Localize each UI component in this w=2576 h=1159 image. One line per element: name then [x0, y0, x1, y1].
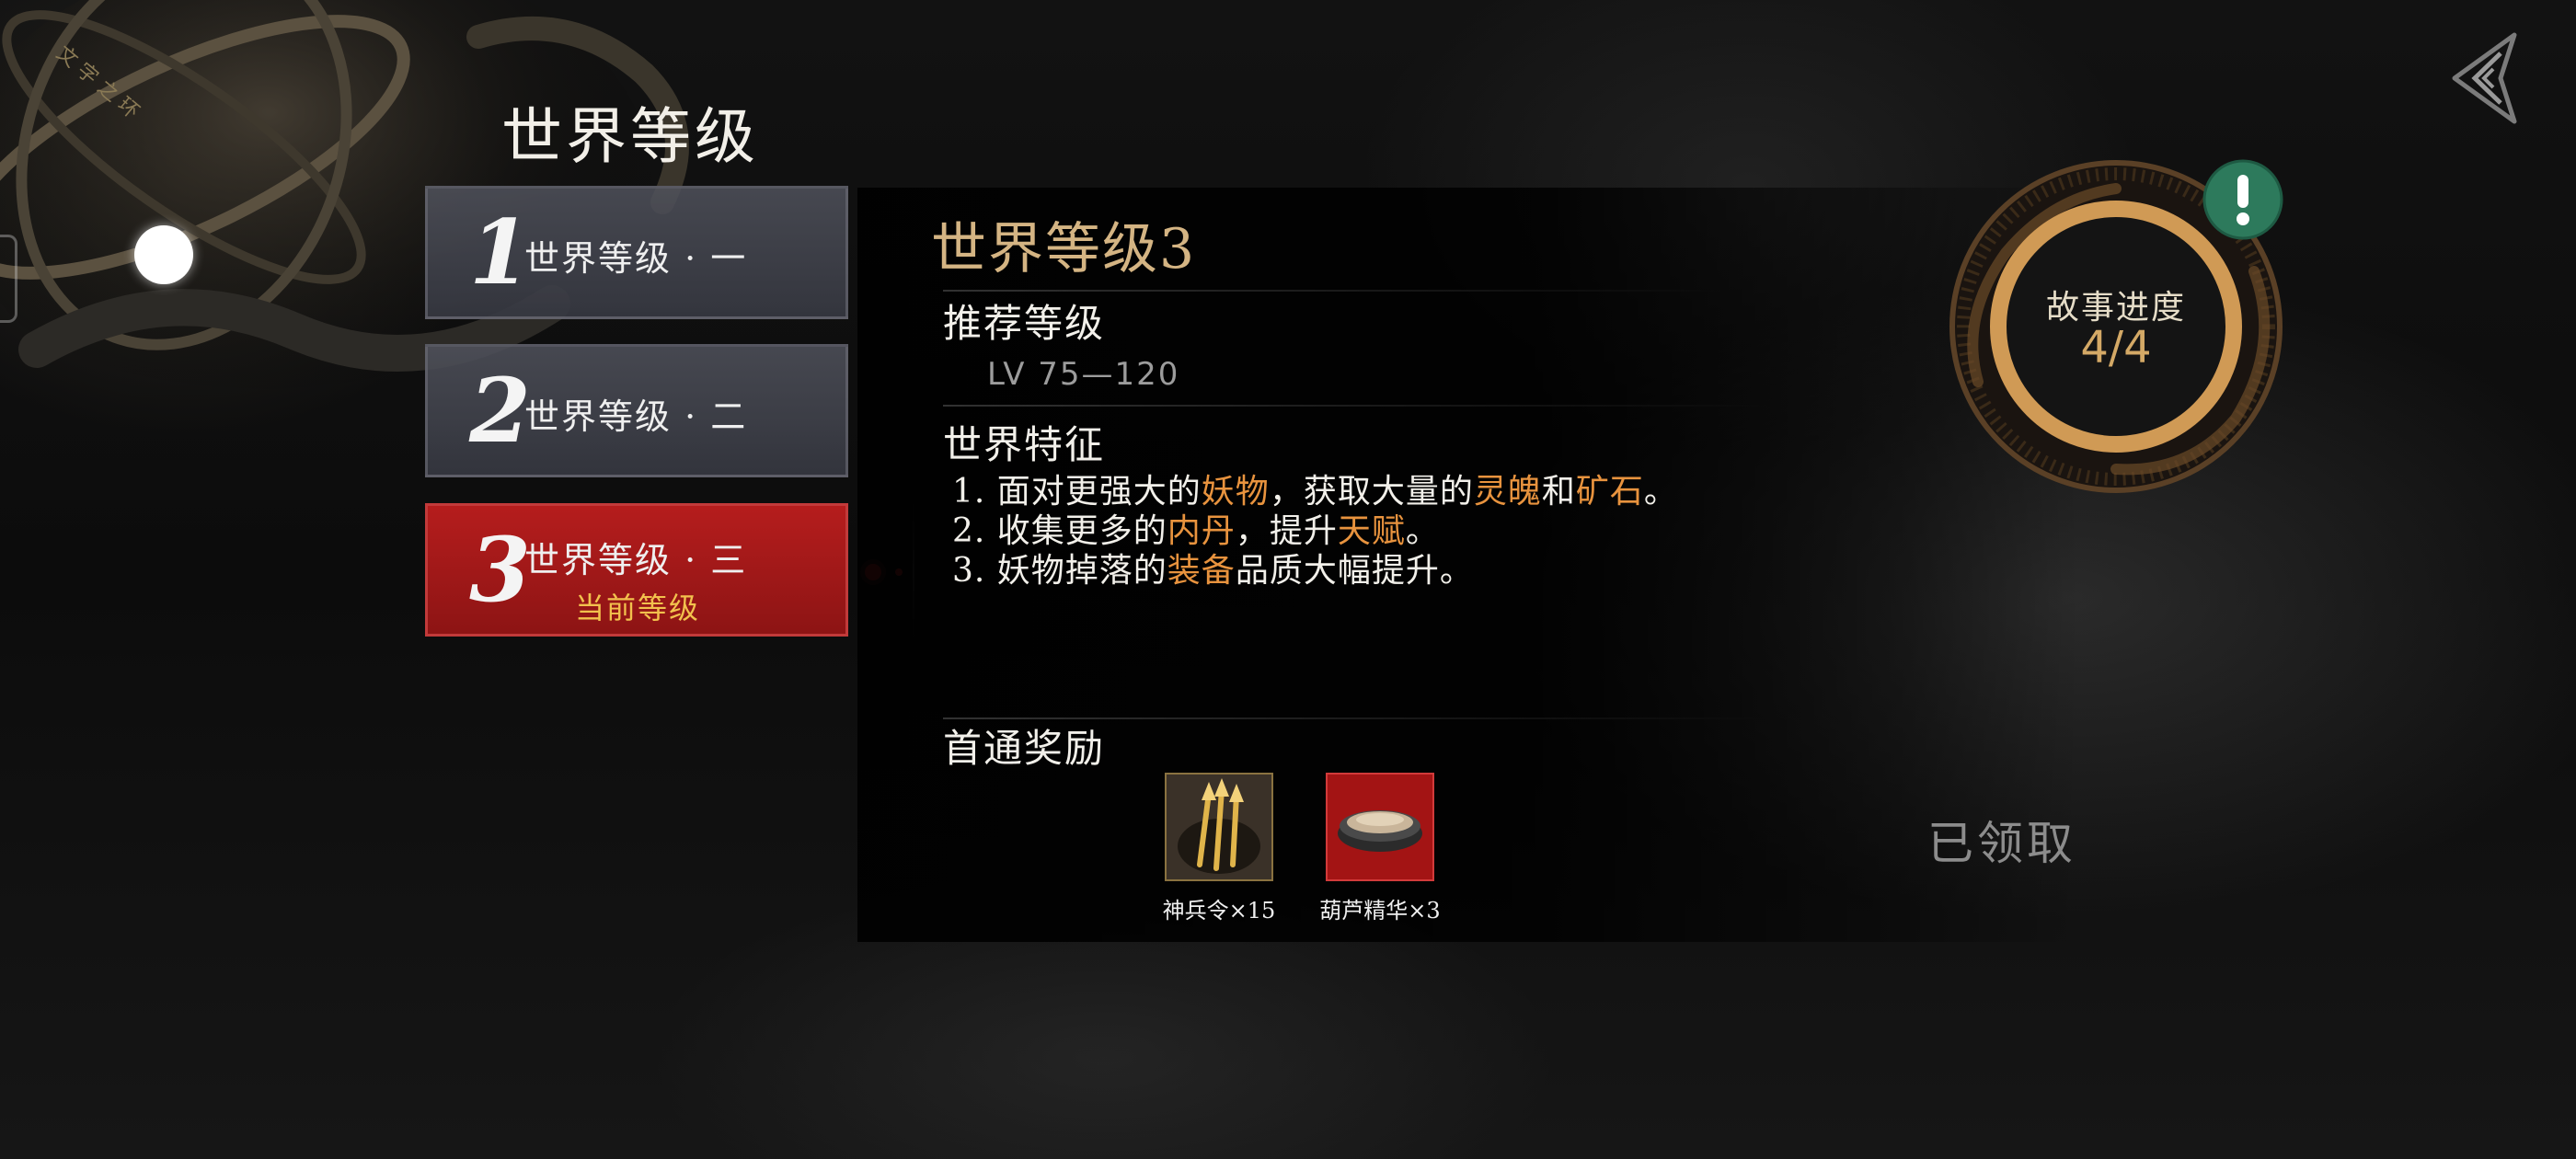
tab-world-level-1[interactable]: 1 世界等级 · 一 — [425, 186, 848, 319]
page-title: 世界等级 — [501, 101, 759, 172]
tab-label: 世界等级 · 三 — [524, 540, 748, 580]
tab-world-level-3[interactable]: 3 世界等级 · 三 当前等级 — [425, 503, 848, 637]
world-level-screen: 文 字 之 环 世界等级 1 世界等级 · 一 2 世界等级 · 二 3 世界等… — [0, 0, 2576, 1159]
tab-number: 1 — [469, 201, 531, 304]
feature-text: 3. 妖物掉落的 — [952, 552, 1167, 590]
reward-name: 葫芦精华×3 — [1319, 898, 1441, 924]
feature-line: 3. 妖物掉落的装备品质大幅提升。 — [952, 544, 1474, 591]
story-progress-value: 4/4 — [2080, 322, 2152, 373]
feature-text: 。 — [1643, 473, 1678, 511]
divider — [943, 405, 1771, 407]
tab-world-level-2[interactable]: 2 世界等级 · 二 — [425, 344, 848, 477]
dust-bowl-icon[interactable] — [1326, 773, 1434, 881]
indicator-dot — [134, 225, 193, 284]
feature-highlight: 装备 — [1167, 552, 1236, 590]
divider — [943, 290, 1725, 292]
first-clear-rewards-heading: 首通奖励 — [943, 726, 1106, 771]
current-level-tag: 当前等级 — [575, 591, 701, 625]
recommended-level-heading: 推荐等级 — [943, 301, 1106, 346]
claim-status-label: 已领取 — [1927, 817, 2076, 870]
detail-title: 世界等级3 — [931, 217, 1197, 281]
tab-label: 世界等级 · 二 — [524, 396, 748, 437]
tab-label: 世界等级 · 一 — [524, 238, 748, 279]
back-arrow-icon[interactable] — [2436, 28, 2528, 129]
feature-text: 和 — [1541, 473, 1576, 511]
feature-highlight: 灵魄 — [1473, 473, 1542, 511]
feature-highlight: 矿石 — [1575, 473, 1644, 511]
recommended-level-range: LV 75—120 — [987, 356, 1180, 393]
world-features-heading: 世界特征 — [943, 422, 1106, 467]
tab-number: 3 — [469, 518, 531, 622]
feature-text: 品质大幅提升。 — [1235, 552, 1474, 590]
golden-arrows-icon[interactable] — [1165, 773, 1273, 881]
side-drawer-handle[interactable] — [0, 235, 17, 323]
tab-number: 2 — [469, 359, 531, 463]
exclamation-icon[interactable] — [2202, 158, 2284, 241]
